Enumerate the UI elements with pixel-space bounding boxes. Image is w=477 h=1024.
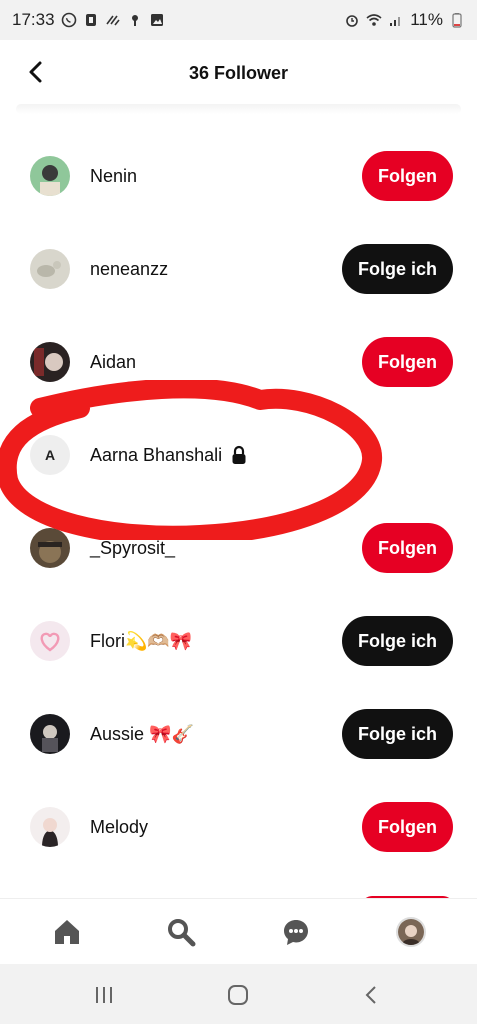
username[interactable]: Nenin xyxy=(90,166,137,187)
status-time: 17:33 xyxy=(12,10,55,29)
avatar[interactable] xyxy=(30,714,70,754)
follow-button[interactable]: Folgen xyxy=(362,337,453,387)
follow-button[interactable]: Folgen xyxy=(362,523,453,573)
header-divider xyxy=(16,104,461,114)
status-bar: 17:33 11% xyxy=(0,0,477,40)
chevron-left-icon xyxy=(29,61,42,83)
username[interactable]: _Spyrosit_ xyxy=(90,538,175,559)
battery-text: 11% xyxy=(410,10,443,29)
username[interactable]: Aarna Bhanshali xyxy=(90,445,222,466)
nav-home[interactable] xyxy=(49,914,85,950)
header: 36 Follower xyxy=(0,40,477,106)
follow-button[interactable]: Folgen xyxy=(362,802,453,852)
follow-back-button[interactable]: Folge ich xyxy=(342,244,453,294)
gallery-icon xyxy=(149,12,165,28)
messages-icon xyxy=(284,920,308,945)
username[interactable]: Aussie 🎀🎸 xyxy=(90,724,194,745)
username[interactable]: neneanzz xyxy=(90,259,168,280)
search-icon xyxy=(168,919,196,947)
signal-app-icon xyxy=(105,12,121,28)
profile-avatar[interactable] xyxy=(396,917,426,947)
list-item[interactable]: Aussie 🎀🎸 Folge ich xyxy=(0,688,477,780)
avatar[interactable] xyxy=(30,342,70,382)
list-item[interactable]: A Aarna Bhanshali xyxy=(0,409,477,501)
status-left: 17:33 xyxy=(12,10,165,30)
list-item[interactable]: Flori💫🫶🏼🎀 Folge ich xyxy=(0,595,477,687)
back-system-button[interactable] xyxy=(358,982,386,1008)
username[interactable]: Flori💫🫶🏼🎀 xyxy=(90,631,192,652)
whatsapp-icon xyxy=(61,12,77,28)
bottom-nav xyxy=(0,898,477,964)
follow-back-button[interactable]: Folge ich xyxy=(342,709,453,759)
list-item[interactable]: Melody Folgen xyxy=(0,781,477,873)
recent-apps-icon xyxy=(96,987,112,1003)
page-title: 36 Follower xyxy=(188,62,289,83)
back-button[interactable] xyxy=(18,54,54,90)
back-chevron-icon xyxy=(365,986,376,1004)
nav-messages[interactable] xyxy=(278,914,314,950)
username[interactable]: Aidan xyxy=(90,352,136,373)
avatar[interactable] xyxy=(30,249,70,289)
avatar[interactable] xyxy=(30,621,70,661)
list-item[interactable]: Nenin Folgen xyxy=(0,130,477,222)
avatar[interactable] xyxy=(30,807,70,847)
tiktok-icon xyxy=(83,12,99,28)
avatar[interactable] xyxy=(30,156,70,196)
alarm-icon xyxy=(344,12,360,28)
list-item[interactable]: _Spyrosit_ Folgen xyxy=(0,502,477,594)
wifi-icon xyxy=(366,12,382,28)
recent-apps-button[interactable] xyxy=(90,982,118,1008)
list-item[interactable]: Aidan Folgen xyxy=(0,316,477,408)
nav-search[interactable] xyxy=(163,914,199,950)
status-right: 11% xyxy=(344,10,465,30)
username-row[interactable]: Aarna Bhanshali xyxy=(90,445,248,466)
avatar[interactable] xyxy=(30,528,70,568)
avatar-initial[interactable]: A xyxy=(30,435,70,475)
username[interactable]: Melody xyxy=(90,817,148,838)
list-item[interactable]: neneanzz Folge ich xyxy=(0,223,477,315)
home-icon xyxy=(55,920,79,944)
home-circle-icon xyxy=(228,985,248,1005)
follow-button[interactable]: Folgen xyxy=(362,151,453,201)
fan-icon xyxy=(127,12,143,28)
lock-icon xyxy=(230,445,248,465)
system-nav-bar xyxy=(0,964,477,1024)
nav-profile[interactable] xyxy=(393,914,429,950)
follow-back-button[interactable]: Folge ich xyxy=(342,616,453,666)
cell-signal-icon xyxy=(388,12,404,28)
home-system-button[interactable] xyxy=(224,982,252,1008)
battery-icon xyxy=(449,12,465,28)
